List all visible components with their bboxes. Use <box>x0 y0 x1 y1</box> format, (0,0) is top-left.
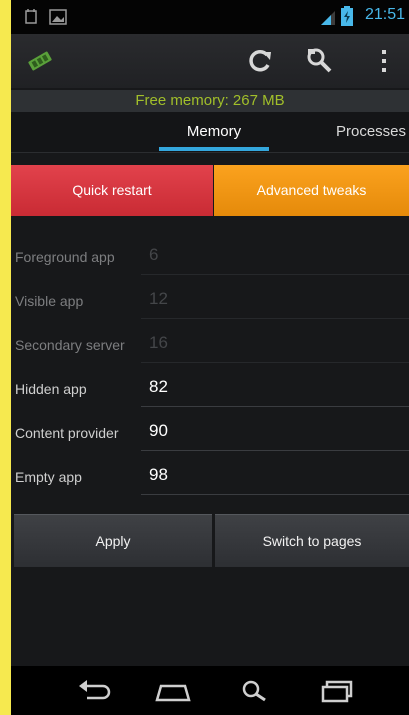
apply-button[interactable]: Apply <box>14 514 212 567</box>
setting-row-secondary-server: Secondary server 16 <box>11 323 409 367</box>
tab-memory[interactable]: Memory <box>159 112 269 152</box>
row-label: Visible app <box>15 293 84 309</box>
navigation-bar <box>11 666 409 715</box>
row-label: Empty app <box>15 469 82 485</box>
empty-app-field[interactable]: 98 <box>141 455 409 495</box>
row-label: Secondary server <box>15 337 125 353</box>
tab-processes[interactable]: Processes <box>311 112 409 152</box>
battery-icon <box>341 6 353 26</box>
advanced-tweaks-button[interactable]: Advanced tweaks <box>214 165 409 216</box>
action-bar <box>11 34 409 88</box>
foreground-app-field: 6 <box>141 235 409 275</box>
setting-row-content-provider: Content provider 90 <box>11 411 409 455</box>
secondary-server-field: 16 <box>141 323 409 363</box>
home-icon[interactable] <box>153 676 193 706</box>
search-icon[interactable] <box>237 676 277 706</box>
back-icon[interactable] <box>75 676 115 706</box>
switch-to-pages-button[interactable]: Switch to pages <box>215 514 409 567</box>
search-icon[interactable] <box>303 44 337 78</box>
row-label: Hidden app <box>15 381 87 397</box>
memory-chip-icon[interactable] <box>25 47 59 81</box>
signal-icon <box>321 11 335 25</box>
free-memory-label: Free memory: 267 MB <box>11 90 409 112</box>
content-provider-field[interactable]: 90 <box>141 411 409 451</box>
phone-screen: 21:51 Free memory: 267 MB Memory Process… <box>11 0 409 715</box>
visible-app-field: 12 <box>141 279 409 319</box>
status-bar: 21:51 <box>11 0 409 34</box>
row-label: Content provider <box>15 425 119 441</box>
quick-restart-button[interactable]: Quick restart <box>11 165 213 216</box>
tab-selected-indicator <box>159 147 269 151</box>
image-notification-icon <box>49 9 67 25</box>
overflow-menu-icon[interactable] <box>367 44 401 78</box>
hidden-app-field[interactable]: 82 <box>141 367 409 407</box>
setting-row-foreground-app: Foreground app 6 <box>11 235 409 279</box>
recent-apps-icon[interactable] <box>317 676 357 706</box>
setting-row-visible-app: Visible app 12 <box>11 279 409 323</box>
row-label: Foreground app <box>15 249 115 265</box>
setting-row-hidden-app: Hidden app 82 <box>11 367 409 411</box>
refresh-icon[interactable] <box>243 44 277 78</box>
usb-debug-icon <box>25 9 37 24</box>
setting-row-empty-app: Empty app 98 <box>11 455 409 499</box>
tab-bar: Memory Processes <box>11 112 409 153</box>
status-time: 21:51 <box>364 6 405 23</box>
